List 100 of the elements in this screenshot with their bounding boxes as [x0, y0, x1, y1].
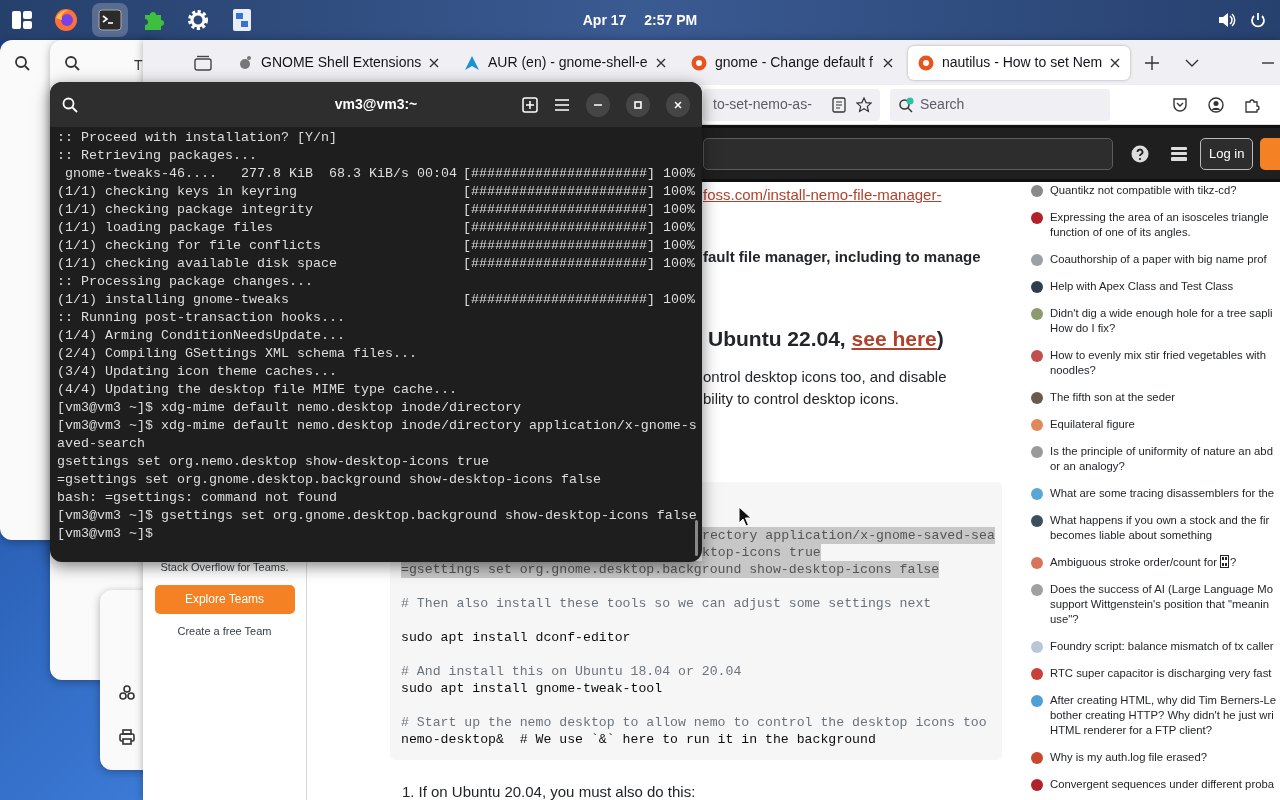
terminal-line: [vm3@vm3 ~]$ xdg-mime default nemo.desktop inode/directory application/x-gnome-s: [57, 417, 697, 435]
site-icon: [1030, 487, 1044, 501]
question-link[interactable]: What happens if you own a stock and the fir becomes liable about something: [1050, 513, 1270, 543]
power-icon[interactable]: [1250, 12, 1266, 28]
search-field[interactable]: Search: [890, 88, 1110, 121]
question-link[interactable]: Why is my auth.log file erased?: [1050, 750, 1207, 765]
minimize-icon[interactable]: [1262, 61, 1274, 64]
close-icon[interactable]: [429, 57, 439, 68]
create-team-link[interactable]: Create a free Team: [177, 622, 272, 639]
pocket-icon[interactable]: [1172, 96, 1188, 113]
terminal-line: :: Proceed with installation? [Y/n]: [57, 129, 337, 147]
terminal-line: :: Retrieving packages...: [57, 147, 257, 165]
question-link[interactable]: Foundry script: balance mismatch of tx caller: [1050, 639, 1274, 654]
search-icon[interactable]: [64, 55, 80, 71]
question-link[interactable]: Expressing the area of an isosceles triangle function of one of its angles.: [1050, 210, 1269, 240]
new-tab-icon[interactable]: [1145, 55, 1159, 70]
site-icon: [1030, 556, 1044, 570]
question-link[interactable]: RTC super capacitor is discharging very fast: [1050, 666, 1272, 681]
cluster-icon[interactable]: [119, 685, 135, 701]
search-icon: [898, 96, 914, 113]
terminal-line: [vm3@vm3 ~]$ gsettings set org.gnome.desktop.background show-desktop-icons false: [57, 507, 697, 525]
question-link[interactable]: Quantikz not compatible with tikz-cd?: [1050, 183, 1237, 198]
maximize-button[interactable]: [626, 92, 650, 117]
site-icon: [1030, 751, 1044, 765]
site-icon: [1030, 349, 1044, 363]
login-button[interactable]: Log in: [1200, 137, 1254, 170]
question-link[interactable]: Is the principle of uniformity of nature an abd or an analogy?: [1050, 444, 1273, 474]
question-link[interactable]: Does the success of AI (Large Language Mo support Wittgenstein's position that "meanin use"?: [1050, 582, 1273, 627]
reader-view-icon[interactable]: [832, 96, 846, 113]
close-icon[interactable]: [883, 57, 893, 68]
terminal-line: (1/1) checking available disk space: [57, 255, 338, 273]
heading-link[interactable]: see here: [851, 327, 937, 350]
browser-tab[interactable]: AUR (en) - gnome-shell-e: [454, 45, 676, 80]
account-icon[interactable]: [1208, 96, 1224, 113]
site-icon: [1030, 583, 1044, 597]
site-icon: [918, 54, 934, 71]
progress-text: [######################] 100%: [463, 219, 695, 237]
code-line: sudo apt install dconf-editor: [401, 629, 631, 646]
article-link[interactable]: foss.com/install-nemo-file-manager-: [703, 185, 942, 205]
settings-icon: [186, 8, 210, 32]
site-icon: [1030, 445, 1044, 459]
date-text: Apr 17: [582, 10, 627, 30]
terminal-line: gnome-tweaks-46.... 277.8 KiB 68.3 KiB/s 00:04: [64, 165, 458, 183]
address-field[interactable]: to-set-nemo-as-: [703, 88, 880, 121]
progress-text: [######################] 100%: [463, 183, 695, 201]
minimize-icon: [594, 103, 602, 106]
terminal-line: aved-search: [57, 435, 145, 453]
missing-glyph-icon: [1220, 555, 1230, 568]
section-heading: Ubuntu 22.04, see here): [708, 326, 945, 352]
progress-text: [######################] 100%: [463, 255, 695, 273]
question-link[interactable]: Coauthorship of a paper with big name prof: [1050, 252, 1267, 267]
terminal-line: (1/4) Arming ConditionNeedsUpdate...: [57, 327, 345, 345]
glyph-suffix-text: ?: [1230, 555, 1237, 570]
search-icon[interactable]: [62, 97, 78, 114]
question-link[interactable]: Convergent sequences under different proba: [1050, 777, 1274, 792]
terminal-line: (4/4) Updating the desktop file MIME type cache...: [57, 381, 457, 399]
code-line: # Then also install these tools so we can adjust some settings next: [401, 595, 932, 612]
close-icon[interactable]: [656, 57, 666, 68]
browser-tab[interactable]: GNOME Shell Extensions: [227, 45, 449, 80]
terminal-line: :: Processing package changes...: [57, 273, 313, 291]
site-icon: [1030, 418, 1044, 432]
code-line: sudo apt install gnome-tweak-tool: [401, 680, 663, 697]
scrollbar[interactable]: [695, 520, 698, 556]
menu-icon[interactable]: [554, 97, 570, 112]
question-link[interactable]: The fifth son at the seder: [1050, 390, 1175, 405]
chevron-down-icon[interactable]: [1185, 58, 1199, 67]
question-link[interactable]: Ambiguous stroke order/count for: [1050, 555, 1218, 570]
tab-list-icon[interactable]: [194, 54, 212, 71]
terminal-icon: [98, 8, 122, 32]
site-icon: [1030, 253, 1044, 267]
progress-text: [######################] 100%: [463, 165, 695, 183]
question-link[interactable]: What are some tracing disassemblers for the: [1050, 486, 1275, 501]
puzzle-piece-icon[interactable]: [1244, 96, 1260, 113]
question-link[interactable]: Didn't dig a wide enough hole for a tree sapli How do I fix?: [1050, 306, 1273, 336]
question-link[interactable]: Equilateral figure: [1050, 417, 1135, 432]
question-link[interactable]: After creating HTML, why did Tim Berners-Le bother creating HTTP? Why didn't he just wri HTML renderer for a FTP client?: [1050, 693, 1276, 738]
site-search-field[interactable]: [703, 137, 1113, 170]
signup-button[interactable]: [1260, 137, 1280, 170]
close-icon[interactable]: [1110, 57, 1120, 68]
code-line: nemo-desktop& # We use `&` here to run it in the background: [401, 731, 876, 748]
browser-tab[interactable]: gnome - Change default f: [681, 45, 903, 80]
question-link[interactable]: How to evenly mix stir fried vegetables with noodles?: [1050, 348, 1266, 378]
site-icon: [1030, 778, 1044, 792]
maximize-icon: [634, 100, 642, 109]
dock-app-button[interactable]: [92, 3, 128, 37]
close-button[interactable]: [666, 92, 690, 117]
question-link[interactable]: Help with Apex Class and Test Class: [1050, 279, 1234, 294]
progress-text: [######################] 100%: [463, 291, 695, 309]
printer-icon[interactable]: [119, 729, 135, 745]
terminal-line: :: Running post-transaction hooks...: [57, 309, 345, 327]
browser-tab[interactable]: nautilus - How to set Nem: [908, 45, 1130, 80]
speaker-icon[interactable]: [1218, 12, 1236, 28]
site-icon: [1030, 211, 1044, 225]
search-icon[interactable]: [14, 55, 30, 71]
site-icon: [1030, 184, 1044, 198]
minimize-button[interactable]: [586, 92, 610, 117]
help-icon[interactable]: [1131, 144, 1149, 163]
star-icon[interactable]: [856, 96, 872, 113]
progress-text: [######################] 100%: [463, 237, 695, 255]
inbox-icon[interactable]: [1170, 145, 1188, 162]
